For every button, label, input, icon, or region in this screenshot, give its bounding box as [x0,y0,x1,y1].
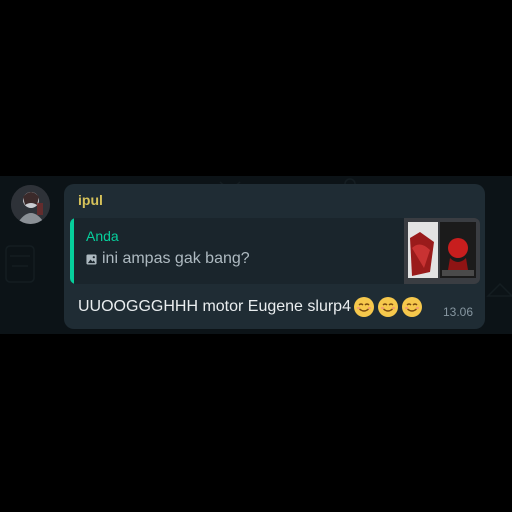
smiling-face-icon [377,297,398,317]
quoted-message[interactable]: Anda ini ampas gak bang? [70,218,480,284]
message-timestamp: 13.06 [442,305,473,319]
avatar[interactable] [11,185,50,224]
photo-icon [86,253,97,265]
quote-author: Anda [86,228,119,244]
smiling-face-icon [401,297,422,317]
message-bubble[interactable]: ipul Anda ini ampas gak bang? UUOOGGGHHH… [64,184,485,329]
message-body: UUOOGGGHHH motor Eugene slurp4 [78,296,423,318]
quote-content: ini ampas gak bang? [86,250,250,268]
smiling-face-icon [353,297,374,317]
avatar-image [11,185,50,224]
sender-name[interactable]: ipul [78,192,103,208]
screenshot-frame: ipul Anda ini ampas gak bang? UUOOGGGHHH… [0,0,512,512]
quote-image-thumbnail[interactable] [404,218,480,284]
quote-text: ini ampas gak bang? [102,250,250,267]
quote-accent-bar [70,218,74,284]
message-text: UUOOGGGHHH motor Eugene slurp4 [78,298,351,315]
chat-area: ipul Anda ini ampas gak bang? UUOOGGGHHH… [0,176,512,334]
